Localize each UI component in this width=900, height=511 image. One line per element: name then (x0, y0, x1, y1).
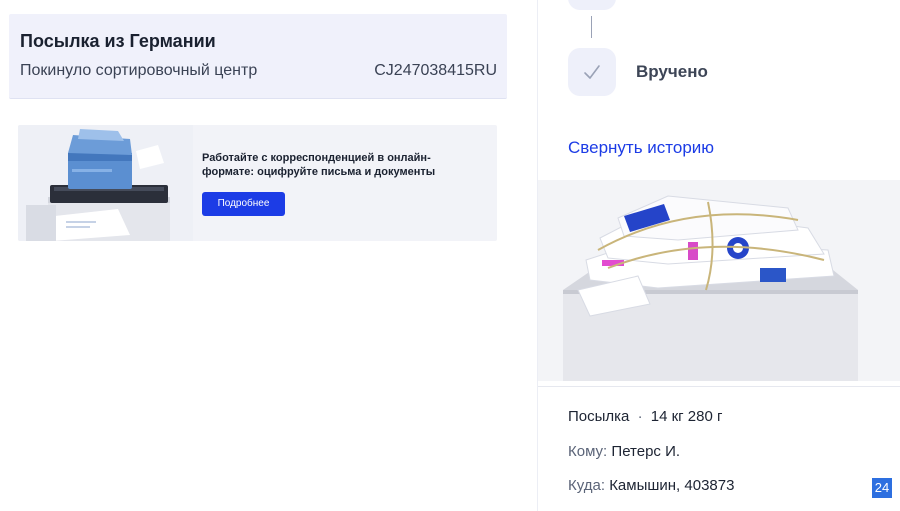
previous-step-icon (568, 0, 616, 10)
destination-value: Камышин, 403873 (609, 477, 735, 494)
page-number-badge: 24 (872, 478, 892, 498)
promo-banner[interactable]: Работайте с корреспонденцией в онлайн-фо… (18, 125, 497, 241)
recipient-line: Кому: Петерс И. (568, 443, 680, 460)
divider (538, 386, 900, 387)
destination-label: Куда: (568, 477, 606, 494)
delivered-step-label: Вручено (636, 62, 708, 81)
parcel-title: Посылка из Германии (20, 31, 216, 51)
delivered-step-icon (568, 48, 616, 96)
recipient-name: Петерс И. (611, 443, 681, 460)
scanner-illustration (18, 125, 193, 241)
right-column: Вручено Свернуть историю Посылка · 14 кг… (537, 0, 900, 511)
parcel-weight-line: Посылка · 14 кг 280 г (568, 408, 722, 425)
parcel-status: Покинуло сортировочный центр (20, 62, 258, 79)
timeline-connector (591, 16, 592, 38)
parcel-photo (538, 180, 900, 381)
parcel-weight: 14 кг 280 г (650, 408, 723, 425)
parcel-type: Посылка (568, 408, 630, 425)
banner-text: Работайте с корреспонденцией в онлайн-фо… (202, 152, 436, 178)
left-column: Посылка из Германии Покинуло сортировочн… (0, 0, 537, 511)
recipient-label: Кому: (568, 443, 608, 460)
tracking-number: CJ247038415RU (374, 62, 497, 79)
banner-more-button[interactable]: Подробнее (202, 192, 285, 216)
check-icon (584, 65, 600, 79)
parcel-card[interactable]: Посылка из Германии Покинуло сортировочн… (9, 14, 507, 99)
separator-dot: · (637, 408, 643, 425)
destination-line: Куда: Камышин, 403873 (568, 477, 734, 494)
collapse-history-link[interactable]: Свернуть историю (568, 138, 714, 158)
